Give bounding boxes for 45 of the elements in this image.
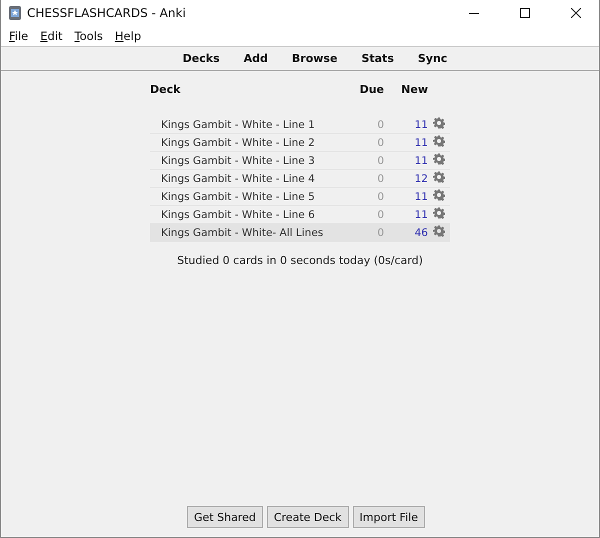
gear-icon[interactable] (433, 117, 445, 129)
gear-icon[interactable] (433, 153, 445, 165)
gear-icon[interactable] (433, 225, 445, 237)
action-button[interactable]: Import File (352, 506, 425, 528)
toolbar-link[interactable]: Browse (280, 52, 350, 65)
deck-name[interactable]: Kings Gambit - White - Line 2 (150, 134, 344, 152)
toolbar-link[interactable]: Sync (406, 52, 460, 65)
close-icon[interactable] (571, 8, 581, 18)
toolbar-link[interactable]: Decks (170, 52, 232, 65)
column-header: New (400, 83, 428, 98)
due-count: 0 (344, 116, 384, 134)
study-summary: Studied 0 cards in 0 seconds today (0s/card) (177, 254, 423, 267)
gear-icon[interactable] (433, 171, 445, 183)
deck-name[interactable]: Kings Gambit - White - Line 5 (150, 188, 344, 206)
deck-name[interactable]: Kings Gambit - White - Line 1 (150, 116, 344, 134)
due-count: 0 (344, 152, 384, 170)
toolbar-link[interactable]: Stats (349, 52, 406, 65)
new-count: 46 (384, 224, 428, 242)
maximize-icon[interactable] (520, 8, 530, 18)
gear-icon[interactable] (433, 207, 445, 219)
deck-name[interactable]: Kings Gambit - White - Line 3 (150, 152, 344, 170)
toolbar-link[interactable]: Add (232, 52, 280, 65)
menu-item[interactable]: Help (108, 29, 148, 43)
new-count: 11 (384, 188, 428, 206)
deck-name[interactable]: Kings Gambit - White - Line 4 (150, 170, 344, 188)
due-count: 0 (344, 170, 384, 188)
gear-icon[interactable] (433, 189, 445, 201)
new-count: 11 (384, 152, 428, 170)
action-button[interactable]: Create Deck (266, 506, 349, 528)
new-count: 11 (384, 134, 428, 152)
gear-icon[interactable] (433, 135, 445, 147)
new-count: 11 (384, 116, 428, 134)
menu-item[interactable]: Edit (34, 29, 69, 43)
new-count: 12 (384, 170, 428, 188)
action-button[interactable]: Get Shared (187, 506, 263, 528)
column-header: Due (358, 83, 384, 98)
window-title: CHESSFLASHCARDS - Anki (27, 6, 187, 20)
app-icon (8, 5, 22, 21)
due-count: 0 (344, 188, 384, 206)
menu-item[interactable]: File (3, 29, 34, 43)
due-count: 0 (344, 134, 384, 152)
due-count: 0 (344, 224, 384, 242)
menu-item[interactable]: Tools (68, 29, 109, 43)
column-header: Deck (150, 83, 182, 98)
deck-name[interactable]: Kings Gambit - White- All Lines (150, 224, 344, 242)
